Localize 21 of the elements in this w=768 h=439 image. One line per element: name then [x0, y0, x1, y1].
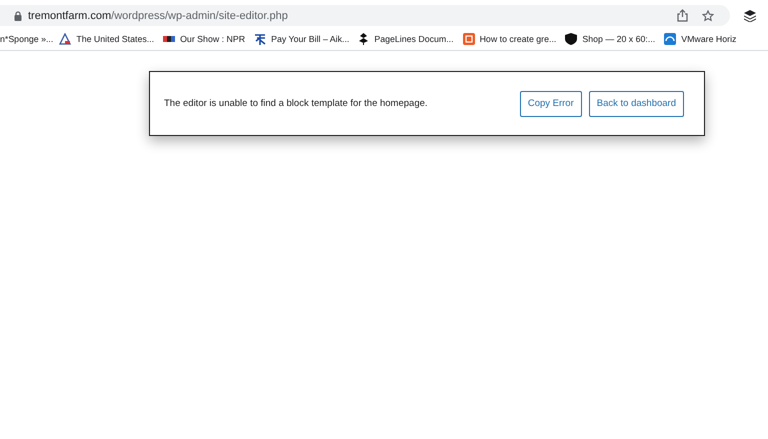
lock-icon [14, 10, 22, 20]
bookmark[interactable]: n*Sponge »... [0, 34, 54, 44]
bookmark[interactable]: PageLines Docum... [358, 33, 454, 45]
star-icon[interactable] [702, 10, 714, 22]
bookmark[interactable]: Pay Your Bill – Aik... [254, 33, 350, 45]
share-icon[interactable] [677, 9, 688, 22]
layers-icon[interactable] [744, 10, 756, 22]
logo-icon [163, 36, 176, 42]
url-text: tremontfarm.com/wordpress/wp-admin/site-editor.php [28, 10, 288, 22]
logo-icon [462, 33, 475, 45]
bookmark[interactable]: How to create gre... [462, 33, 556, 45]
address-bar[interactable]: tremontfarm.com/wordpress/wp-admin/site-editor.php [0, 5, 730, 26]
action-button[interactable]: Copy Error [520, 90, 582, 116]
bookmark[interactable]: Our Show : NPR [163, 34, 246, 44]
error-message: The editor is unable to find a block template for the homepage. [164, 98, 429, 109]
bookmark[interactable]: The United States... [59, 33, 154, 45]
bookmark[interactable]: Shop — 20 x 60:... [565, 33, 656, 45]
logo-icon [254, 33, 266, 45]
bookmark[interactable]: VMware Horiz [664, 33, 736, 45]
action-button[interactable]: Back to dashboard [588, 90, 684, 116]
shield-icon [565, 33, 578, 45]
